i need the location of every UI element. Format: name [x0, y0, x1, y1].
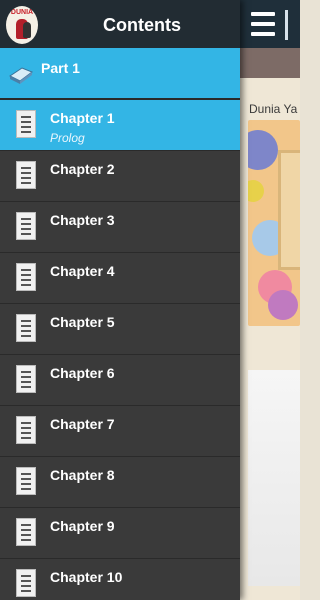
document-icon: [16, 314, 36, 342]
drawer-header: DUNIA Contents: [0, 0, 240, 48]
chapter-label: Chapter 3: [50, 212, 115, 228]
chapter-5-item[interactable]: Chapter 5: [0, 304, 240, 355]
chapter-label: Chapter 10: [50, 569, 123, 585]
chapter-label: Chapter 1: [50, 110, 115, 126]
chapter-label: Chapter 4: [50, 263, 115, 279]
document-icon: [16, 569, 36, 597]
chapter-3-item[interactable]: Chapter 3: [0, 202, 240, 253]
chapter-list: Chapter 1 Prolog Chapter 2 Chapter 3 Cha…: [0, 100, 240, 600]
chapter-4-item[interactable]: Chapter 4: [0, 253, 240, 304]
chapter-9-item[interactable]: Chapter 9: [0, 508, 240, 559]
document-icon: [16, 467, 36, 495]
document-icon: [16, 263, 36, 291]
chapter-label: Chapter 7: [50, 416, 115, 432]
chapter-label: Chapter 8: [50, 467, 115, 483]
chapter-1-item[interactable]: Chapter 1 Prolog: [0, 100, 240, 151]
document-icon: [16, 212, 36, 240]
topbar-divider: [285, 10, 288, 40]
chapter-label: Chapter 2: [50, 161, 115, 177]
chapter-subtitle: Prolog: [50, 131, 85, 145]
chapter-label: Chapter 9: [50, 518, 115, 534]
document-icon: [16, 416, 36, 444]
book-icon: [9, 67, 34, 84]
content-image: [248, 370, 300, 586]
part-1-item[interactable]: Part 1: [0, 48, 240, 98]
chapter-10-item[interactable]: Chapter 10: [0, 559, 240, 600]
part-label: Part 1: [41, 60, 80, 76]
document-icon: [16, 365, 36, 393]
document-icon: [16, 518, 36, 546]
chapter-label: Chapter 6: [50, 365, 115, 381]
content-header-strip: [240, 48, 300, 78]
chapter-7-item[interactable]: Chapter 7: [0, 406, 240, 457]
chapter-2-item[interactable]: Chapter 2: [0, 151, 240, 202]
book-title: Dunia Ya: [249, 102, 298, 116]
chapter-8-item[interactable]: Chapter 8: [0, 457, 240, 508]
document-icon: [16, 161, 36, 189]
contents-drawer: DUNIA Contents Part 1 Chapter 1 Prolog C…: [0, 0, 240, 600]
hamburger-menu-icon[interactable]: [248, 8, 278, 40]
drawer-title: Contents: [103, 15, 181, 35]
chapter-6-item[interactable]: Chapter 6: [0, 355, 240, 406]
chapter-label: Chapter 5: [50, 314, 115, 330]
book-cover-image[interactable]: [248, 120, 300, 326]
document-icon: [16, 110, 36, 138]
